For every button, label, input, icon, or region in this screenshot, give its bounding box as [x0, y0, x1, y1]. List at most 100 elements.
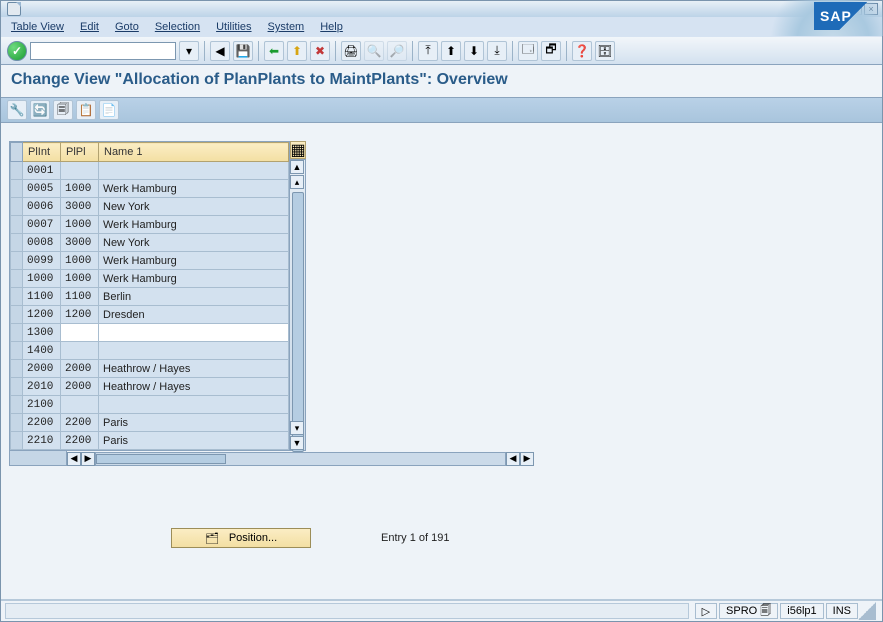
scroll-line-down-button[interactable]: ▾	[290, 421, 304, 435]
table-row[interactable]: 20002000Heathrow / Hayes	[11, 360, 289, 378]
cell-name[interactable]: Berlin	[99, 288, 289, 306]
table-row[interactable]: 11001100Berlin	[11, 288, 289, 306]
cell-name[interactable]: New York	[99, 198, 289, 216]
save-icon[interactable]: 💾	[233, 41, 253, 61]
dropdown-icon[interactable]: ▾	[179, 41, 199, 61]
window-max-button[interactable]: ▢	[848, 3, 862, 15]
undo-icon[interactable]: 🔄	[30, 100, 50, 120]
new-session-icon[interactable]: 🗔	[518, 41, 538, 61]
cell-name[interactable]: Heathrow / Hayes	[99, 360, 289, 378]
cell-plnt[interactable]: 2210	[23, 432, 61, 450]
cell-plnt[interactable]: 1200	[23, 306, 61, 324]
cell-plpl[interactable]: 2000	[61, 378, 99, 396]
cell-plpl[interactable]	[61, 162, 99, 180]
layout-icon[interactable]: 🗄	[595, 41, 615, 61]
cell-name[interactable]	[99, 342, 289, 360]
col-name[interactable]: Name 1	[99, 143, 289, 162]
cell-plnt[interactable]: 0099	[23, 252, 61, 270]
next-page-icon[interactable]: ⬇	[464, 41, 484, 61]
scroll-up-button[interactable]: ▲	[290, 160, 304, 174]
window-close-button[interactable]: ×	[864, 3, 878, 15]
print-icon[interactable]: 🖨	[341, 41, 361, 61]
cell-plnt[interactable]: 2000	[23, 360, 61, 378]
menu-goto[interactable]: Goto	[115, 21, 139, 33]
menu-edit[interactable]: Edit	[80, 21, 99, 33]
row-selector[interactable]	[11, 360, 23, 378]
cell-plpl[interactable]: 2200	[61, 414, 99, 432]
cell-name[interactable]: New York	[99, 234, 289, 252]
row-selector[interactable]	[11, 180, 23, 198]
deselect-icon[interactable]: 📋	[76, 100, 96, 120]
cell-name[interactable]: Paris	[99, 414, 289, 432]
find-next-icon[interactable]: 🔎	[387, 41, 407, 61]
cell-name[interactable]: Werk Hamburg	[99, 270, 289, 288]
cell-plnt[interactable]: 2100	[23, 396, 61, 414]
cell-plnt[interactable]: 0005	[23, 180, 61, 198]
row-selector[interactable]	[11, 252, 23, 270]
cell-plpl[interactable]: 2200	[61, 432, 99, 450]
cell-plpl[interactable]: 2000	[61, 360, 99, 378]
cell-plnt[interactable]: 1100	[23, 288, 61, 306]
menu-table-view[interactable]: Table View	[11, 21, 64, 33]
table-row[interactable]: 22102200Paris	[11, 432, 289, 450]
scroll-line-up-button[interactable]: ▴	[290, 175, 304, 189]
command-field[interactable]	[30, 42, 176, 60]
cell-name[interactable]: Heathrow / Hayes	[99, 378, 289, 396]
cell-plpl[interactable]: 1000	[61, 216, 99, 234]
col-plnt[interactable]: PlInt	[23, 143, 61, 162]
row-selector[interactable]	[11, 306, 23, 324]
cell-plnt[interactable]: 1400	[23, 342, 61, 360]
cell-plpl[interactable]	[61, 396, 99, 414]
cell-name[interactable]	[99, 162, 289, 180]
table-row[interactable]: 00051000Werk Hamburg	[11, 180, 289, 198]
row-selector[interactable]	[11, 324, 23, 342]
help-icon[interactable]: ❓	[572, 41, 592, 61]
cell-plpl[interactable]: 1000	[61, 180, 99, 198]
cell-plnt[interactable]: 1000	[23, 270, 61, 288]
back-icon[interactable]: ⬅	[264, 41, 284, 61]
nav-back-icon[interactable]: ◀	[210, 41, 230, 61]
cell-plnt[interactable]: 2010	[23, 378, 61, 396]
row-selector[interactable]	[11, 288, 23, 306]
scroll-right-step-button[interactable]: ◀	[506, 452, 520, 466]
window-min-button[interactable]: _	[832, 3, 846, 15]
cell-plpl[interactable]: 3000	[61, 234, 99, 252]
select-all-icon[interactable]: 🗐	[53, 100, 73, 120]
table-row[interactable]: 1400	[11, 342, 289, 360]
cell-name[interactable]: Werk Hamburg	[99, 180, 289, 198]
first-page-icon[interactable]: ⤒	[418, 41, 438, 61]
row-selector[interactable]	[11, 432, 23, 450]
row-selector[interactable]	[11, 342, 23, 360]
col-plpl[interactable]: PlPl	[61, 143, 99, 162]
cell-plpl[interactable]: 1200	[61, 306, 99, 324]
scroll-down-button[interactable]: ▼	[290, 436, 304, 450]
status-arrow[interactable]: ▷	[695, 603, 717, 619]
prev-page-icon[interactable]: ⬆	[441, 41, 461, 61]
table-row[interactable]: 00083000New York	[11, 234, 289, 252]
enter-button[interactable]: ✓	[7, 41, 27, 61]
shortcut-icon[interactable]: 🗗	[541, 41, 561, 61]
row-selector[interactable]	[11, 198, 23, 216]
cell-name[interactable]: Paris	[99, 432, 289, 450]
menu-utilities[interactable]: Utilities	[216, 21, 251, 33]
row-selector[interactable]	[11, 270, 23, 288]
cell-name[interactable]: Dresden	[99, 306, 289, 324]
exit-icon[interactable]: ⬆	[287, 41, 307, 61]
table-row[interactable]: 10001000Werk Hamburg	[11, 270, 289, 288]
scroll-right-button[interactable]: ▶	[520, 452, 534, 466]
resize-grip[interactable]	[858, 602, 876, 620]
scroll-left-step-button[interactable]: ▶	[81, 452, 95, 466]
table-row[interactable]: 00071000Werk Hamburg	[11, 216, 289, 234]
cell-plpl[interactable]: 1100	[61, 288, 99, 306]
menu-selection[interactable]: Selection	[155, 21, 200, 33]
row-selector[interactable]	[11, 234, 23, 252]
cell-plnt[interactable]: 2200	[23, 414, 61, 432]
table-settings-icon[interactable]: ▦	[290, 141, 306, 159]
hscroll-thumb[interactable]	[96, 454, 226, 464]
row-selector[interactable]	[11, 396, 23, 414]
table-row[interactable]: 00991000Werk Hamburg	[11, 252, 289, 270]
table-row[interactable]: 0001	[11, 162, 289, 180]
cell-name[interactable]: Werk Hamburg	[99, 252, 289, 270]
table-row[interactable]: 22002200Paris	[11, 414, 289, 432]
last-page-icon[interactable]: ⤓	[487, 41, 507, 61]
